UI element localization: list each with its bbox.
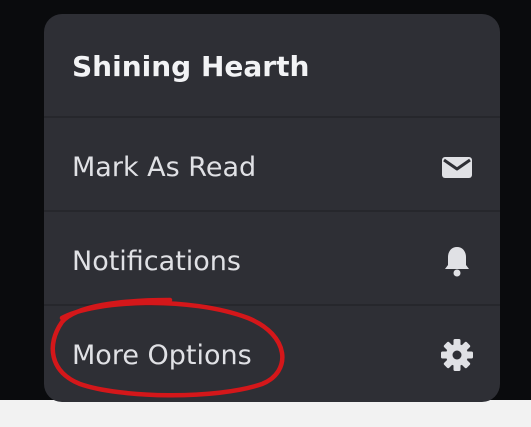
more-options-label: More Options: [72, 340, 252, 371]
notifications-item[interactable]: Notifications: [44, 212, 500, 304]
notifications-label: Notifications: [72, 246, 241, 277]
gear-icon: [440, 338, 474, 372]
more-options-item[interactable]: More Options: [44, 306, 500, 398]
server-context-menu: Shining Hearth Mark As Read Notification…: [44, 14, 500, 402]
envelope-icon: [440, 150, 474, 184]
bell-icon: [440, 244, 474, 278]
server-name: Shining Hearth: [72, 50, 310, 83]
menu-header: Shining Hearth: [44, 14, 500, 116]
mark-as-read-item[interactable]: Mark As Read: [44, 118, 500, 210]
background-strip: [0, 400, 531, 427]
mark-as-read-label: Mark As Read: [72, 152, 257, 183]
